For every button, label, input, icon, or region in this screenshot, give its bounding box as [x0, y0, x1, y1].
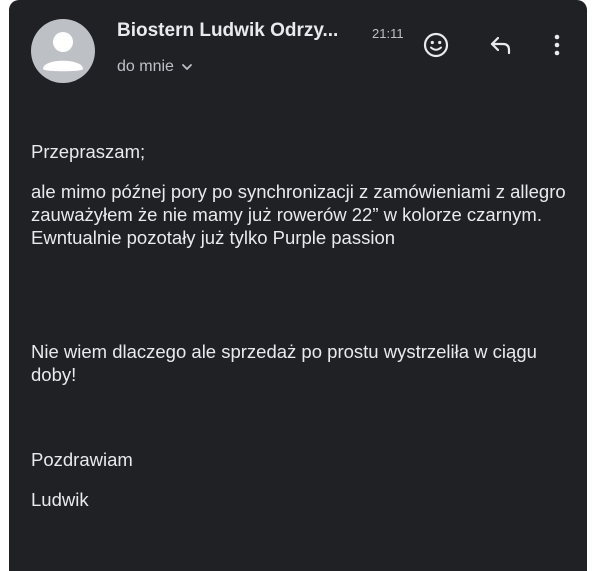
add-reaction-button[interactable] [418, 27, 454, 63]
message-time: 21:11 [372, 26, 404, 41]
smiley-icon [423, 32, 449, 58]
sender-name[interactable]: Biostern Ludwik Odrzy... [117, 20, 364, 42]
message-paragraph: ale mimo późnej pory po synchronizacji z… [31, 181, 566, 248]
greeting-text: Przepraszam; [31, 141, 146, 162]
reply-button[interactable] [483, 27, 519, 63]
sender-avatar[interactable] [31, 19, 95, 83]
recipient-details-toggle[interactable]: do mnie [117, 58, 194, 76]
more-options-button[interactable] [539, 27, 575, 63]
note-paragraph: Nie wiem dlaczego ale sprzedaż po prostu… [31, 341, 537, 385]
regards-text: Pozdrawiam [31, 449, 133, 470]
person-avatar-icon [43, 32, 83, 72]
more-vert-icon [554, 34, 560, 56]
reply-arrow-icon [490, 36, 511, 55]
email-message-card: Biostern Ludwik Odrzy... 21:11 do mnie P… [9, 0, 587, 571]
chevron-down-icon [180, 60, 194, 74]
signature-text: Ludwik [31, 489, 89, 510]
recipient-label: do mnie [117, 58, 174, 75]
